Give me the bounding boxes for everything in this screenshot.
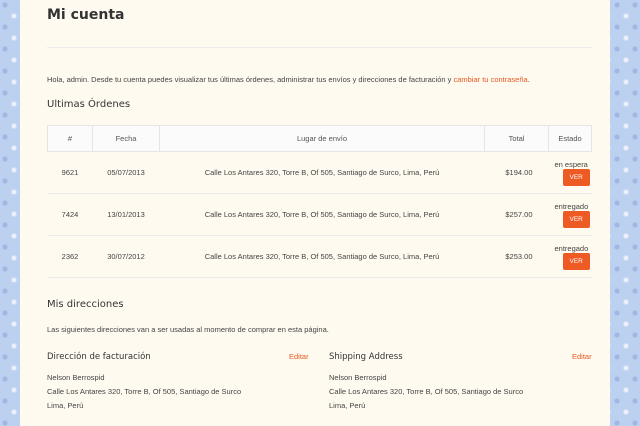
page-title: Mi cuenta [47,7,125,23]
order-id: 9621 [47,151,93,194]
order-status-cell: en esperaVER [548,151,592,194]
order-status: en espera [554,159,588,169]
addresses-heading: Mis direcciones [47,299,124,310]
column-header-status: Estado [548,125,592,152]
order-total: $253.00 [484,235,549,278]
change-password-link[interactable]: cambiar tu contraseña [453,75,527,84]
order-date: 05/07/2013 [92,151,160,194]
column-header-number: # [47,125,93,152]
view-order-button[interactable]: VER [562,210,590,228]
billing-name: Nelson Berrospid [47,373,105,382]
divider [47,47,592,48]
table-row: 2362 30/07/2012 Calle Los Antares 320, T… [47,235,592,278]
intro-message: Hola, admin. Desde tu cuenta puedes visu… [47,75,454,84]
column-header-total: Total [484,125,549,152]
order-id: 2362 [47,235,93,278]
table-row: 9621 05/07/2013 Calle Los Antares 320, T… [47,151,592,194]
shipping-address: Nelson Berrospid Calle Los Antares 320, … [329,371,523,413]
intro-end: . [527,75,530,84]
billing-street: Calle Los Antares 320, Torre B, Of 505, … [47,387,242,396]
table-row: 7424 13/01/2013 Calle Los Antares 320, T… [47,193,592,236]
order-total: $194.00 [484,151,549,194]
orders-table: # Fecha Lugar de envío Total Estado 9621… [47,125,592,278]
view-order-button[interactable]: VER [562,168,590,186]
shipping-address-title: Shipping Address [329,352,403,362]
billing-address: Nelson Berrospid Calle Los Antares 320, … [47,371,241,413]
column-header-address: Lugar de envío [159,125,485,152]
shipping-street: Calle Los Antares 320, Torre B, Of 505, … [329,387,524,396]
addresses-subtitle: Las siguientes direcciones van a ser usa… [47,325,329,334]
order-status-cell: entregadoVER [548,235,592,278]
order-date: 13/01/2013 [92,193,160,236]
order-status: entregado [554,243,589,253]
orders-heading: Ultimas Órdenes [47,99,131,110]
shipping-name: Nelson Berrospid [329,373,387,382]
billing-city: Lima, Perú [47,401,84,410]
edit-shipping-link[interactable]: Editar [572,352,592,361]
order-id: 7424 [47,193,93,236]
account-panel: Mi cuenta Hola, admin. Desde tu cuenta p… [20,0,610,426]
view-order-button[interactable]: VER [562,252,590,270]
intro-text: Hola, admin. Desde tu cuenta puedes visu… [47,75,530,84]
order-address: Calle Los Antares 320, Torre B, Of 505, … [159,151,485,194]
order-status: entregado [554,201,589,211]
edit-billing-link[interactable]: Editar [289,352,309,361]
order-date: 30/07/2012 [92,235,160,278]
column-header-date: Fecha [92,125,160,152]
orders-header-row: # Fecha Lugar de envío Total Estado [47,125,592,152]
billing-address-title: Dirección de facturación [47,352,151,362]
order-address: Calle Los Antares 320, Torre B, Of 505, … [159,235,485,278]
shipping-city: Lima, Perú [329,401,366,410]
order-address: Calle Los Antares 320, Torre B, Of 505, … [159,193,485,236]
order-status-cell: entregadoVER [548,193,592,236]
order-total: $257.00 [484,193,549,236]
